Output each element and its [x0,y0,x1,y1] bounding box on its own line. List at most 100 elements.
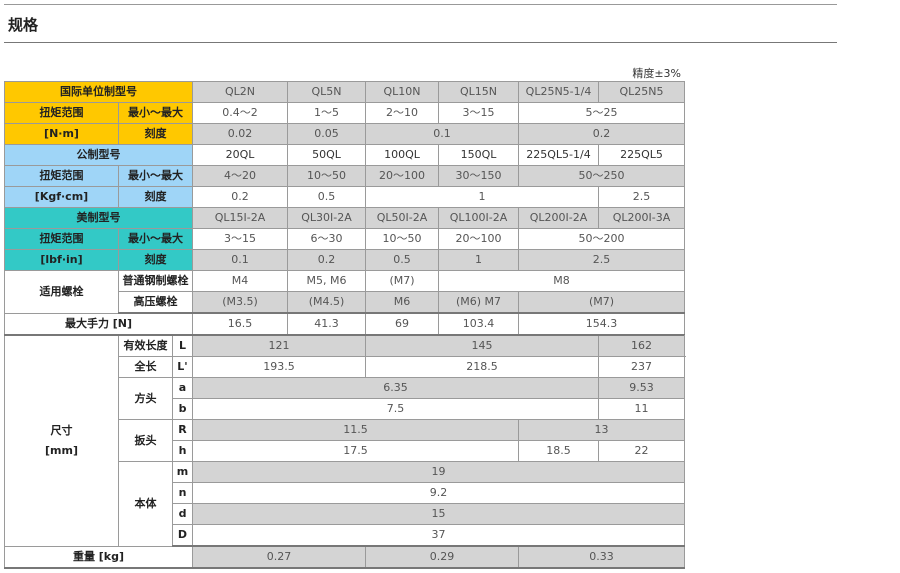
dimensions-unit: [mm] [45,443,78,457]
title-divider [4,42,837,43]
value-cell: 237 [598,356,685,378]
unit-label: [N·m] [4,123,119,145]
range-label: 扭矩范围 [4,165,119,187]
table-row: 扭矩范围 最小～最大 3～15 6～30 10～50 20～100 50～200 [4,228,685,250]
dim-key: a [172,377,193,399]
value-cell: 7.5 [192,398,599,420]
minmax-label: 最小～最大 [118,102,193,124]
value-cell: 0.1 [365,123,519,145]
value-cell: 18.5 [518,440,599,462]
value-cell: 1 [438,249,519,271]
grad-label: 刻度 [118,186,193,208]
value-cell: M4 [192,270,288,292]
table-row: [lbf·in] 刻度 0.1 0.2 0.5 1 2.5 [4,249,685,271]
model-cell: QL100I-2A [438,207,519,229]
value-cell: 41.3 [287,312,366,336]
value-cell: 0.5 [287,186,366,208]
value-cell: M8 [438,270,685,292]
model-cell: QL15I-2A [192,207,288,229]
square-head-label: 方头 [118,377,173,420]
value-cell: M6 [365,291,439,314]
value-cell: 69 [365,312,439,336]
value-cell: 11.5 [192,419,519,441]
model-cell: QL200I-3A [598,207,685,229]
dim-key: d [172,503,193,525]
model-cell: QL25N5 [598,81,685,103]
value-cell: 9.53 [598,377,685,399]
dim-key: L' [172,356,193,378]
value-cell: 218.5 [365,356,599,378]
page-title: 规格 [8,16,39,34]
table-row: 国际单位制型号 QL2N QL5N QL10N QL15N QL25N5-1/4… [4,81,685,103]
range-label: 扭矩范围 [4,228,119,250]
spec-table: 国际单位制型号 QL2N QL5N QL10N QL15N QL25N5-1/4… [4,81,685,569]
value-cell: 0.2 [287,249,366,271]
value-cell: 193.5 [192,356,366,378]
value-cell: (M7) [365,270,439,292]
dim-key: L [172,334,193,357]
steel-bolt-label: 普通钢制螺栓 [118,270,193,292]
value-cell: 9.2 [192,482,685,504]
value-cell: 4～20 [192,165,288,187]
value-cell: 2～10 [365,102,439,124]
high-bolt-label: 高压螺栓 [118,291,193,314]
intl-header: 国际单位制型号 [4,81,193,103]
model-cell: QL2N [192,81,288,103]
value-cell: 1 [365,186,599,208]
value-cell: 2.5 [518,249,685,271]
model-cell: QL30I-2A [287,207,366,229]
dim-key: D [172,524,193,547]
value-cell: 1～5 [287,102,366,124]
value-cell: 3～15 [438,102,519,124]
dim-key: h [172,440,193,462]
minmax-label: 最小～最大 [118,228,193,250]
table-row: 扭矩范围 最小～最大 4～20 10～50 20～100 30～150 50～2… [4,165,685,187]
table-row: [N·m] 刻度 0.02 0.05 0.1 0.2 [4,123,685,145]
model-cell: QL200I-2A [518,207,599,229]
value-cell: (M7) [518,291,685,314]
model-cell: 150QL [438,144,519,166]
table-row: 适用螺栓 普通钢制螺栓 M4 M5, M6 (M7) M8 [4,270,685,314]
model-cell: QL15N [438,81,519,103]
dim-key: m [172,461,193,483]
grad-label: 刻度 [118,249,193,271]
value-cell: 0.05 [287,123,366,145]
table-row: [Kgf·cm] 刻度 0.2 0.5 1 2.5 [4,186,685,208]
dim-key: b [172,398,193,420]
value-cell: 6～30 [287,228,366,250]
value-cell: 37 [192,524,685,547]
value-cell: 10～50 [365,228,439,250]
model-cell: 225QL5-1/4 [518,144,599,166]
model-cell: QL25N5-1/4 [518,81,599,103]
minmax-label: 最小～最大 [118,165,193,187]
us-header: 美制型号 [4,207,193,229]
table-row: 尺寸 [mm] 有效长度 L 121 145 162 [4,334,685,547]
value-cell: 0.02 [192,123,288,145]
dimensions-label: 尺寸 [mm] [4,334,119,547]
grad-label: 刻度 [118,123,193,145]
value-cell: 6.35 [192,377,599,399]
value-cell: 20～100 [438,228,519,250]
table-row: 重量 [kg] 0.27 0.29 0.33 [4,545,685,569]
value-cell: 145 [365,334,599,357]
wrench-head-label: 扳头 [118,419,173,462]
value-cell: 11 [598,398,685,420]
model-cell: QL10N [365,81,439,103]
table-row: 最大手力 [N] 16.5 41.3 69 103.4 154.3 [4,312,685,336]
max-force-label: 最大手力 [N] [4,312,193,336]
weight-label: 重量 [kg] [4,545,193,569]
value-cell: 30～150 [438,165,519,187]
value-cell: 50～200 [518,228,685,250]
body-label: 本体 [118,461,173,547]
bolt-label: 适用螺栓 [4,270,119,314]
model-cell: 100QL [365,144,439,166]
precision-note: 精度±3% [632,67,681,80]
value-cell: 17.5 [192,440,519,462]
value-cell: 0.4～2 [192,102,288,124]
table-row: 扭矩范围 最小～最大 0.4～2 1～5 2～10 3～15 5～25 [4,102,685,124]
value-cell: (M3.5) [192,291,288,314]
table-row: 公制型号 20QL 50QL 100QL 150QL 225QL5-1/4 22… [4,144,685,166]
value-cell: 5～25 [518,102,685,124]
value-cell: 10～50 [287,165,366,187]
value-cell: (M4.5) [287,291,366,314]
